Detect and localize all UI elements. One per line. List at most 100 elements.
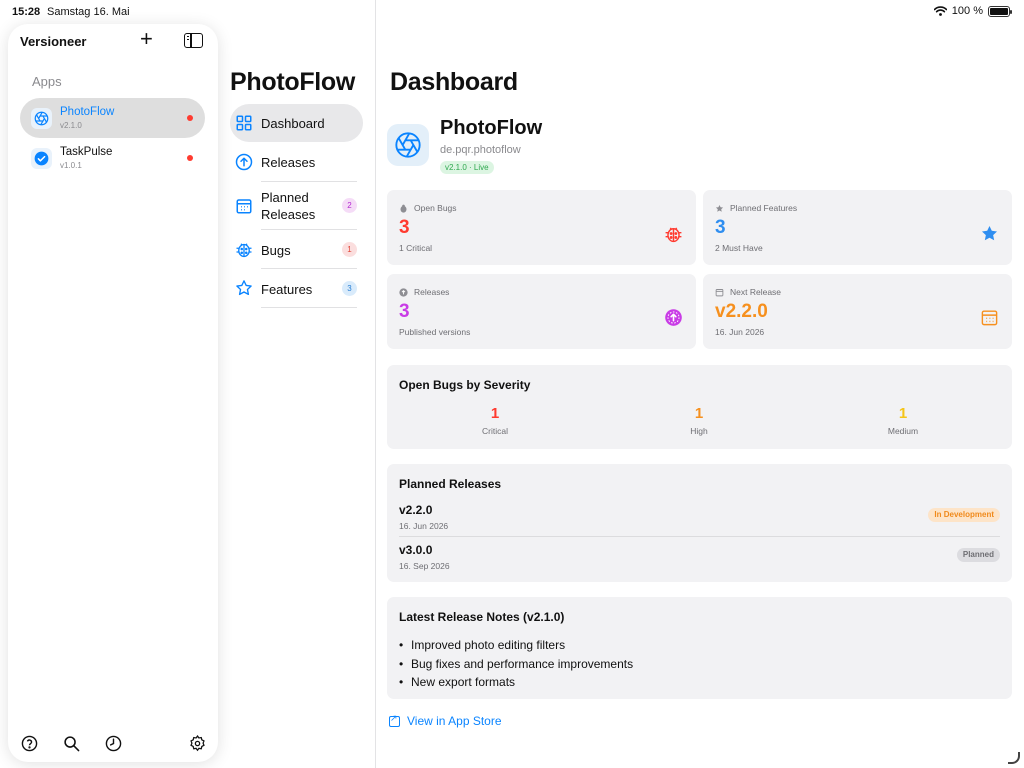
wifi-icon <box>933 6 947 16</box>
stat-card-planned-features[interactable]: Planned Features 3 2 Must Have <box>703 190 1012 265</box>
severity-high: 1 High <box>649 405 749 436</box>
status-right: 100 % <box>933 5 1012 17</box>
calendar-icon <box>981 310 998 326</box>
release-notes-list: Improved photo editing filters Bug fixes… <box>399 636 633 692</box>
severity-value: 1 <box>898 405 908 422</box>
app-name: PhotoFlow <box>60 106 115 118</box>
grid-icon <box>236 115 252 131</box>
nav-item-dashboard[interactable]: Dashboard <box>230 104 363 142</box>
nav-label: Bugs <box>261 243 291 258</box>
sidebar-app-photoflow[interactable]: PhotoFlow v2.1.0 <box>20 98 205 138</box>
nav-item-planned-releases[interactable]: Planned Releases 2 <box>230 182 363 230</box>
history-icon[interactable] <box>105 735 122 752</box>
severity-label: Critical <box>482 426 508 436</box>
nav-item-features[interactable]: Features 3 <box>230 269 363 307</box>
ladybug-icon <box>400 204 407 213</box>
sidebar-toggle-icon[interactable] <box>184 33 203 48</box>
planned-releases-badge: 2 <box>342 198 357 213</box>
battery-percent: 100 % <box>951 5 983 17</box>
calendar-icon <box>715 288 724 296</box>
release-date: 16. Sep 2026 <box>399 561 450 571</box>
app-store-link[interactable]: View in App Store <box>389 713 502 728</box>
stat-card-next-release[interactable]: Next Release v2.2.0 16. Jun 2026 <box>703 274 1012 349</box>
stat-value: 3 <box>715 217 726 238</box>
bugs-badge: 1 <box>342 242 357 257</box>
stat-header: Planned Features <box>715 203 797 213</box>
app-version: v1.0.1 <box>60 161 82 170</box>
aperture-icon <box>387 124 429 166</box>
checkmark-circle-icon <box>31 148 52 169</box>
stat-label: Planned Features <box>730 203 798 213</box>
status-bar: 15:28 Samstag 16. Mai 100 % <box>0 0 1024 22</box>
severity-label: High <box>690 426 708 436</box>
battery-icon <box>988 5 1012 17</box>
stat-value: 3 <box>399 217 410 238</box>
severity-medium: 1 Medium <box>853 405 953 436</box>
sidebar-app-taskpulse[interactable]: TaskPulse v1.0.1 <box>20 138 205 178</box>
list-item: New export formats <box>399 673 633 692</box>
release-version: v3.0.0 <box>399 543 433 557</box>
stat-label: Open Bugs <box>414 203 457 213</box>
nav-label: Planned Releases <box>261 190 316 222</box>
add-app-button[interactable]: + <box>140 28 153 50</box>
nav-label: Dashboard <box>261 116 325 131</box>
release-version: v2.2.0 <box>399 503 433 517</box>
severity-value: 1 <box>490 405 500 422</box>
stat-subtitle: Published versions <box>399 327 471 337</box>
stat-header: Releases <box>399 287 449 297</box>
release-row[interactable]: v2.2.0 16. Jun 2026 In Development <box>399 503 1000 543</box>
status-time: 15:28 <box>12 6 41 18</box>
severity-critical: 1 Critical <box>445 405 545 436</box>
settings-icon[interactable] <box>189 735 206 752</box>
severity-label: Medium <box>887 426 919 436</box>
nav-item-releases[interactable]: Releases <box>230 142 363 180</box>
bundle-id: de.pqr.photoflow <box>440 144 521 156</box>
alert-dot <box>187 155 193 161</box>
stat-label: Next Release <box>730 287 782 297</box>
apps-sidebar: Versioneer + Apps PhotoFlow v2.1.0 TaskP… <box>8 24 218 762</box>
app-store-link-label: View in App Store <box>407 714 502 728</box>
app-name: TaskPulse <box>60 146 113 158</box>
card-title: Latest Release Notes (v2.1.0) <box>399 610 565 624</box>
nav-title: PhotoFlow <box>230 68 356 96</box>
release-date: 16. Jun 2026 <box>399 521 449 531</box>
search-icon[interactable] <box>63 735 80 752</box>
apps-section-header: Apps <box>32 74 62 89</box>
severity-value: 1 <box>694 405 704 422</box>
star-icon <box>981 225 998 241</box>
stat-card-releases[interactable]: Releases 3 Published versions <box>387 274 696 349</box>
list-item: Improved photo editing filters <box>399 636 633 655</box>
arrow-up-circle-icon <box>665 309 682 326</box>
alert-dot <box>187 115 193 121</box>
app-title: PhotoFlow <box>440 117 543 139</box>
resize-handle-icon[interactable] <box>1008 752 1020 764</box>
nav-item-bugs[interactable]: Bugs 1 <box>230 230 363 268</box>
stat-header: Open Bugs <box>399 203 457 213</box>
star-icon <box>236 280 252 296</box>
features-badge: 3 <box>342 281 357 296</box>
star-icon <box>715 204 724 212</box>
nav-label: Features <box>261 282 313 297</box>
status-badge: Planned <box>956 548 1000 562</box>
stat-card-open-bugs[interactable]: Open Bugs 3 1 Critical <box>387 190 696 265</box>
arrow-up-circle-icon <box>235 153 253 171</box>
stat-subtitle: 16. Jun 2026 <box>715 327 765 337</box>
stat-value: v2.2.0 <box>715 301 768 322</box>
list-item: Bug fixes and performance improvements <box>399 655 633 674</box>
row-separator <box>399 536 1000 537</box>
card-title: Open Bugs by Severity <box>399 378 531 392</box>
status-badge: In Development <box>928 508 1000 522</box>
help-icon[interactable] <box>21 735 38 752</box>
app-version: v2.1.0 <box>60 121 82 130</box>
aperture-icon <box>31 108 52 129</box>
stat-label: Releases <box>414 287 450 297</box>
release-notes-card: Latest Release Notes (v2.1.0) Improved p… <box>387 597 1012 699</box>
arrow-up-circle-icon <box>399 287 408 297</box>
release-row[interactable]: v3.0.0 16. Sep 2026 Planned <box>399 543 1000 583</box>
planned-releases-card: Planned Releases v2.2.0 16. Jun 2026 In … <box>387 464 1012 582</box>
card-title: Planned Releases <box>399 477 502 491</box>
page-title: Dashboard <box>390 68 518 96</box>
column-divider <box>375 0 376 768</box>
severity-card: Open Bugs by Severity 1 Critical 1 High … <box>387 365 1012 449</box>
sidebar-title: Versioneer <box>20 34 87 49</box>
